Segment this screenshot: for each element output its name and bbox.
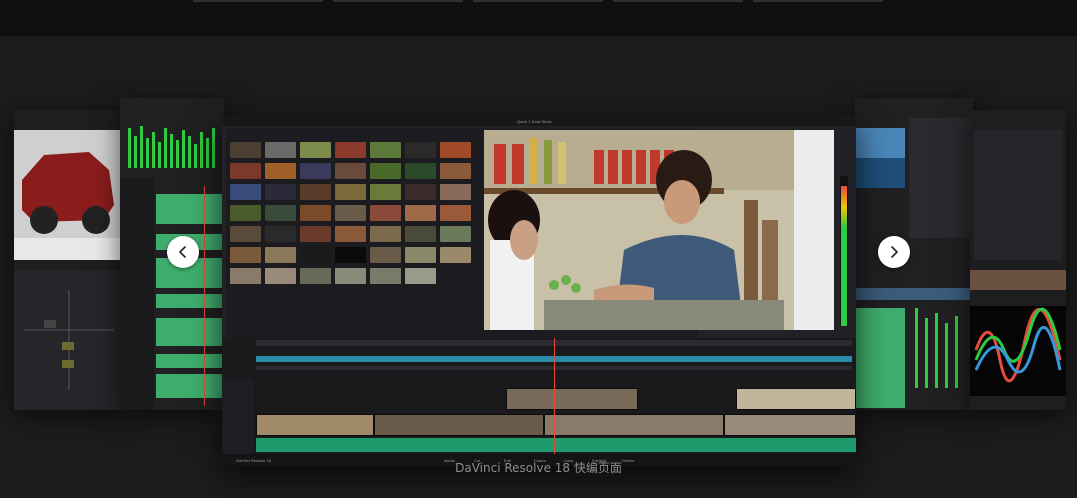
scopes-page-preview — [970, 110, 1066, 410]
media-thumbnail[interactable] — [405, 142, 436, 158]
media-thumbnail[interactable] — [440, 205, 471, 221]
carousel-next-button[interactable] — [878, 236, 910, 268]
media-thumbnail[interactable] — [230, 163, 261, 179]
carousel-slide-scopes[interactable] — [970, 110, 1066, 410]
media-thumbnail[interactable] — [370, 268, 401, 284]
carousel-slide-color[interactable] — [855, 98, 973, 410]
media-thumbnail[interactable] — [370, 205, 401, 221]
kitchen-scene-image — [484, 130, 834, 330]
media-thumbnail[interactable] — [300, 184, 331, 200]
media-thumbnail[interactable] — [405, 205, 436, 221]
track-headers — [222, 378, 254, 456]
timeline-clip[interactable] — [544, 414, 724, 436]
media-thumbnail[interactable] — [300, 163, 331, 179]
media-thumbnail[interactable] — [300, 205, 331, 221]
media-thumbnail[interactable] — [265, 184, 296, 200]
top-nav-tab[interactable] — [333, 0, 463, 2]
timeline-clip[interactable] — [736, 388, 856, 410]
media-thumbnail[interactable] — [440, 142, 471, 158]
media-thumbnail[interactable] — [335, 163, 366, 179]
media-thumbnail-grid — [230, 142, 474, 284]
media-thumbnail[interactable] — [265, 247, 296, 263]
media-thumbnail[interactable] — [370, 247, 401, 263]
media-thumbnail[interactable] — [300, 226, 331, 242]
media-thumbnail[interactable] — [405, 268, 436, 284]
media-thumbnail[interactable] — [265, 142, 296, 158]
media-thumbnail[interactable] — [300, 142, 331, 158]
top-nav-tab[interactable] — [753, 0, 883, 2]
media-thumbnail[interactable] — [335, 142, 366, 158]
media-thumbnail[interactable] — [265, 163, 296, 179]
timeline-clip[interactable] — [724, 414, 856, 436]
media-thumbnail[interactable] — [405, 163, 436, 179]
top-nav-tab[interactable] — [473, 0, 603, 2]
media-thumbnail[interactable] — [335, 205, 366, 221]
media-thumbnail[interactable] — [440, 247, 471, 263]
top-nav-bar — [0, 0, 1077, 36]
media-thumbnail[interactable] — [265, 226, 296, 242]
media-thumbnail[interactable] — [370, 142, 401, 158]
top-nav-tab[interactable] — [193, 0, 323, 2]
carousel-slide-cut-page[interactable]: Quick 1 Dora Show DaVinci Resolve 18 Med… — [222, 116, 856, 466]
media-thumbnail[interactable] — [230, 247, 261, 263]
media-thumbnail[interactable] — [370, 226, 401, 242]
timeline-clip[interactable] — [374, 414, 544, 436]
media-thumbnail[interactable] — [335, 268, 366, 284]
screenshot-carousel: Quick 1 Dora Show DaVinci Resolve 18 Med… — [0, 36, 1077, 498]
media-thumbnail[interactable] — [440, 226, 471, 242]
project-title: Quick 1 Dora Show — [517, 119, 552, 124]
color-page-preview — [855, 98, 973, 410]
timeline-clip[interactable] — [256, 414, 374, 436]
timeline-clip[interactable] — [506, 388, 638, 410]
app-title-bar: Quick 1 Dora Show — [222, 116, 856, 126]
media-thumbnail[interactable] — [335, 226, 366, 242]
audio-level-bar — [841, 186, 847, 326]
timeline-playhead[interactable] — [554, 338, 555, 456]
chevron-left-icon — [179, 246, 186, 258]
media-thumbnail[interactable] — [405, 184, 436, 200]
media-thumbnail[interactable] — [230, 184, 261, 200]
audio-level-meter — [840, 176, 848, 326]
media-thumbnail[interactable] — [230, 226, 261, 242]
timeline-panel — [222, 338, 856, 456]
media-thumbnail[interactable] — [335, 184, 366, 200]
media-thumbnail[interactable] — [230, 268, 261, 284]
source-viewer[interactable] — [484, 130, 834, 330]
media-thumbnail[interactable] — [405, 247, 436, 263]
carousel-slide-fusion[interactable] — [14, 110, 122, 410]
media-thumbnail[interactable] — [230, 142, 261, 158]
fusion-page-preview — [14, 110, 122, 410]
media-thumbnail[interactable] — [440, 184, 471, 200]
carousel-prev-button[interactable] — [167, 236, 199, 268]
top-nav-tab[interactable] — [613, 0, 743, 2]
media-thumbnail[interactable] — [370, 184, 401, 200]
chevron-right-icon — [891, 246, 898, 258]
media-thumbnail[interactable] — [370, 163, 401, 179]
media-thumbnail[interactable] — [405, 226, 436, 242]
media-thumbnail[interactable] — [265, 205, 296, 221]
audio-track-1[interactable] — [256, 438, 856, 452]
media-thumbnail[interactable] — [440, 163, 471, 179]
slide-caption: DaVinci Resolve 18 快编页面 — [455, 461, 622, 475]
media-thumbnail[interactable] — [335, 247, 366, 263]
media-thumbnail[interactable] — [265, 268, 296, 284]
media-thumbnail[interactable] — [300, 247, 331, 263]
media-thumbnail[interactable] — [300, 268, 331, 284]
media-thumbnail[interactable] — [230, 205, 261, 221]
